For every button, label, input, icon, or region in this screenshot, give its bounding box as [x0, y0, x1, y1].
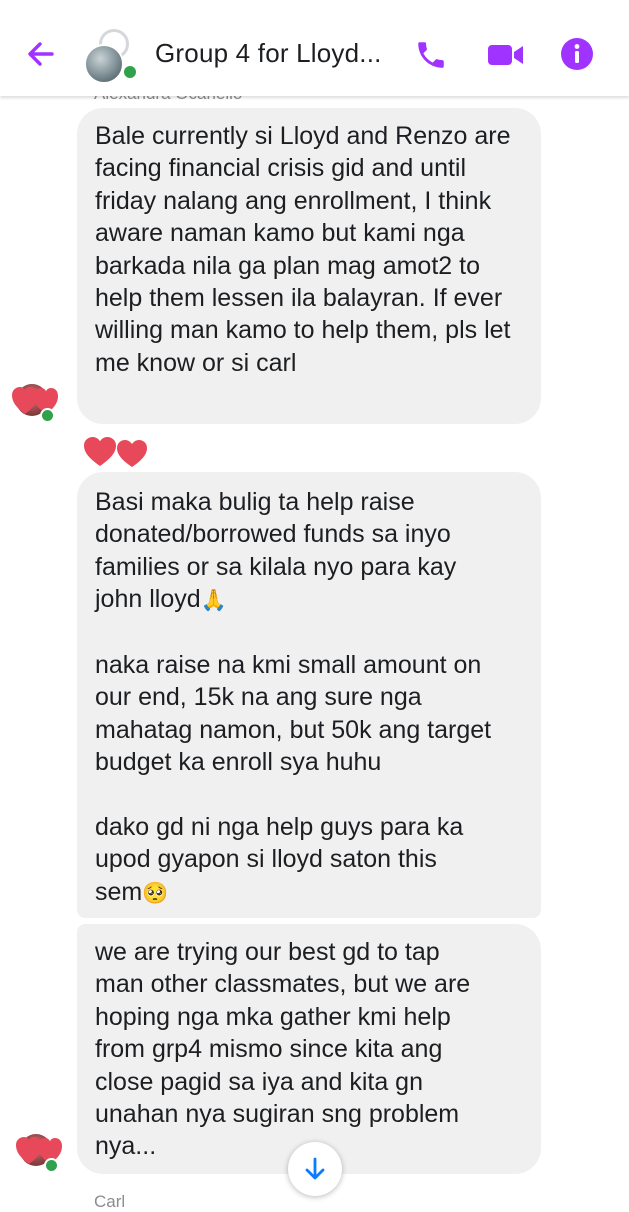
message-line: close pagid sa iya and kita gn [95, 1067, 423, 1096]
back-arrow-icon[interactable] [22, 34, 62, 74]
sender-name: Carl [94, 1192, 126, 1211]
message-line: upod gyapon si lloyd saton this [95, 845, 437, 874]
video-camera-icon[interactable] [486, 40, 526, 70]
message-bubble[interactable]: Bale currently si Lloyd and Renzo are fa… [77, 108, 541, 424]
online-status-dot [44, 1158, 59, 1173]
pleading-face-emoji: 🥺 [142, 880, 169, 905]
info-icon[interactable] [560, 37, 594, 71]
praying-hands-emoji: 🙏 [200, 588, 227, 613]
message-line: we are trying our best gd to tap [95, 938, 440, 966]
message-line: from grp4 mismo since kita ang [95, 1035, 443, 1064]
message-line: john lloyd [95, 585, 201, 614]
message-line: dako gd ni nga help guys para ka [95, 813, 464, 842]
message-line: Basi maka bulig ta help raise [95, 488, 415, 516]
message-bubble[interactable]: we are trying our best gd to tap man oth… [77, 924, 541, 1174]
message-bubble[interactable]: Basi maka bulig ta help raise donated/bo… [77, 472, 541, 918]
message-line: donated/borrowed funds sa inyo [95, 520, 451, 549]
group-avatar[interactable] [82, 26, 140, 84]
message-line: nya... [95, 1132, 157, 1161]
message-line: families or sa kilala nyo para kay [95, 552, 457, 581]
message-line: hoping nga mka gather kmi help [95, 1002, 451, 1031]
conversation-title[interactable]: Group 4 for Lloyd... [155, 38, 382, 69]
message-line: our end, 15k na ang sure nga [95, 683, 422, 712]
online-status-dot [40, 408, 55, 423]
avatar-photo [84, 44, 124, 84]
message-line: unahan nya sugiran sng problem [95, 1100, 460, 1129]
chat-header: Group 4 for Lloyd... [0, 0, 629, 96]
sender-avatar[interactable] [12, 380, 60, 423]
heart-reaction-icon[interactable] [84, 436, 150, 468]
arrow-down-icon [305, 1157, 325, 1180]
sender-avatar[interactable] [16, 1130, 64, 1173]
message-line: mahatag namon, but 50k ang target [95, 715, 492, 744]
message-line: budget ka enroll sya huhu [95, 748, 382, 777]
message-line: naka raise na kmi small amount on [95, 651, 482, 680]
scroll-to-bottom-button[interactable] [288, 1142, 342, 1196]
phone-icon[interactable] [414, 38, 448, 72]
message-line: sem [95, 877, 143, 906]
message-line: man other classmates, but we are [95, 970, 471, 999]
online-status-dot [122, 64, 138, 80]
